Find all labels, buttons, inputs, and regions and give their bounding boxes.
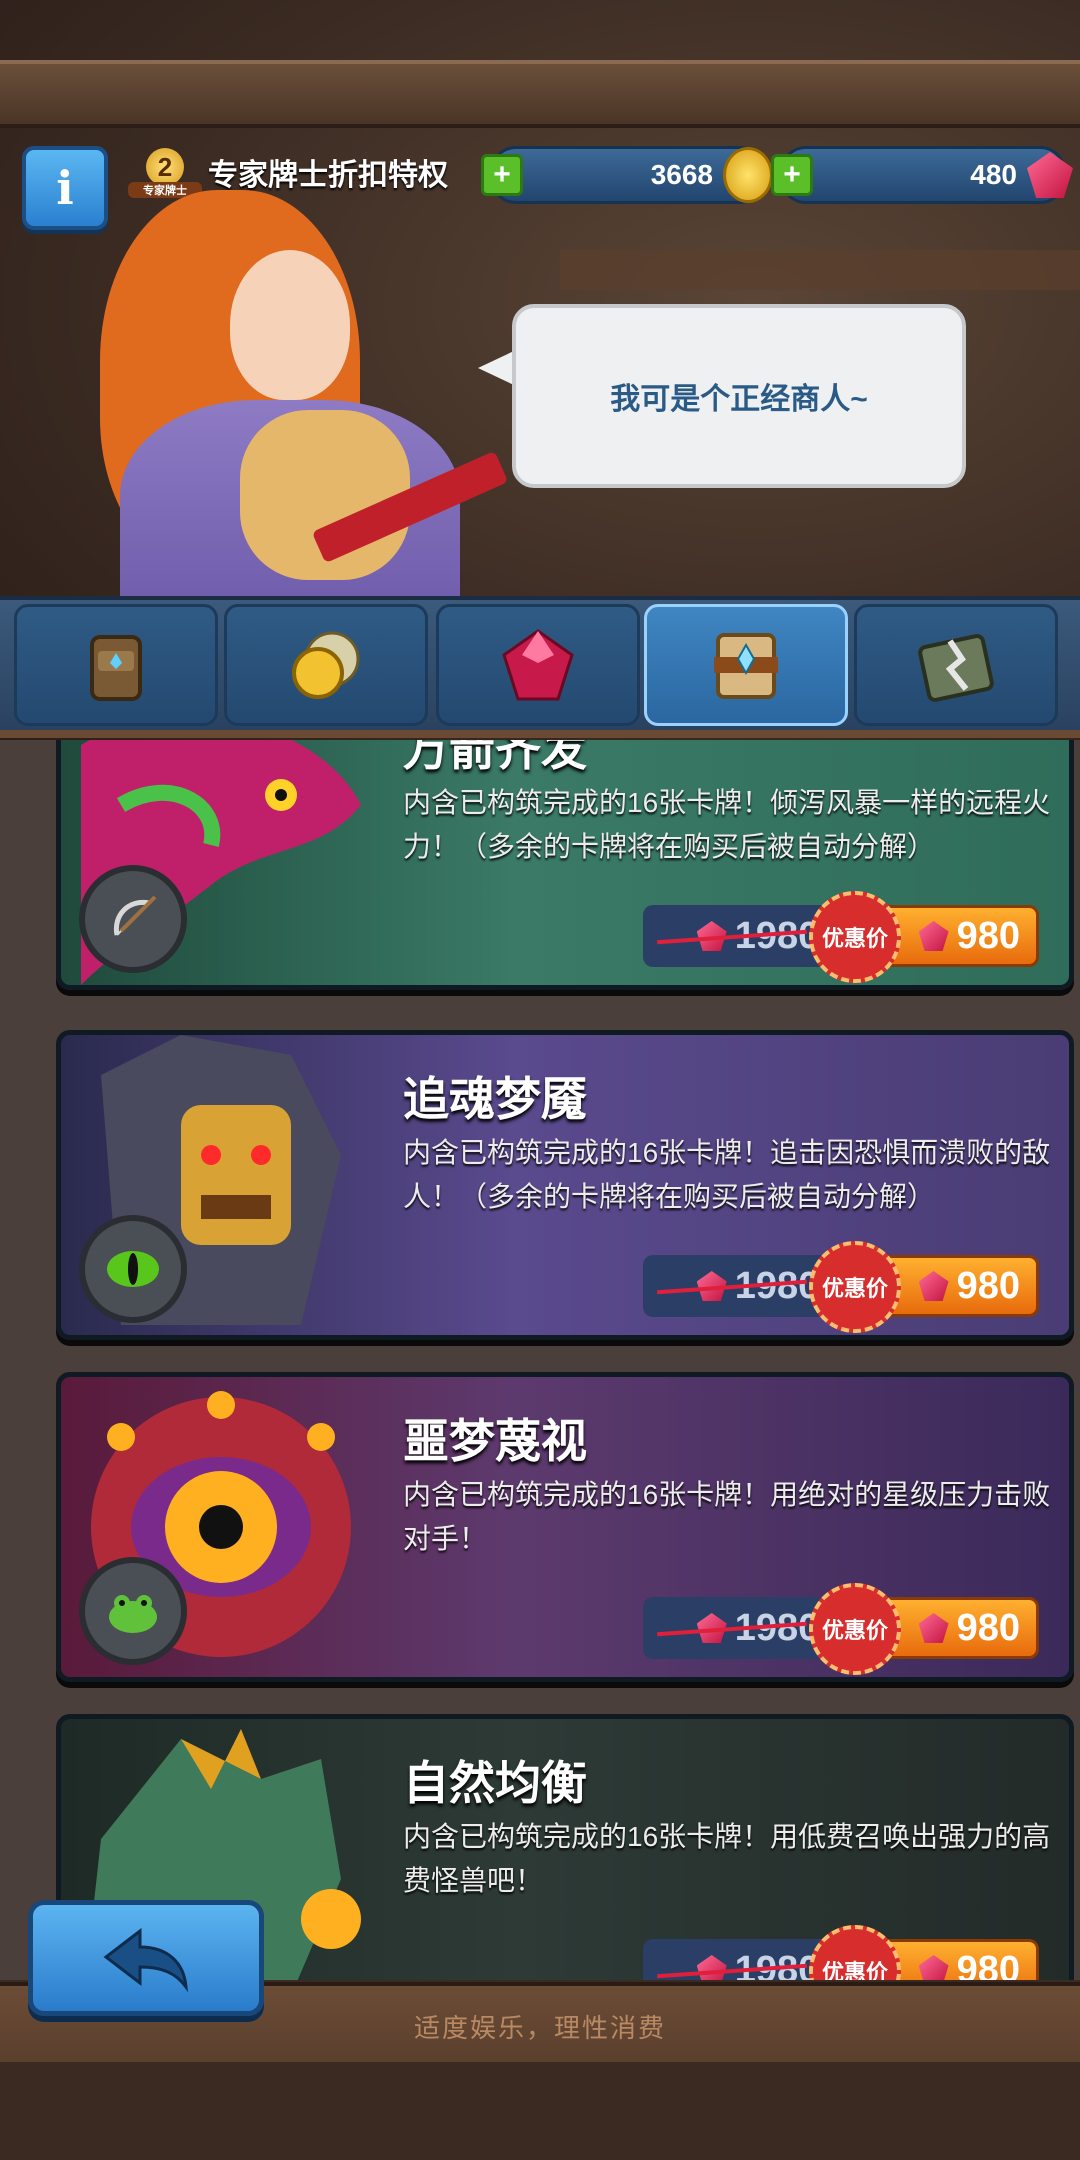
footer-notice-text: 适度娱乐，理性消费 <box>413 2012 666 2043</box>
merchant-speech-text: 我可是个正经商人~ <box>610 383 868 416</box>
sale-stamp: 优惠价 <box>809 1583 901 1675</box>
merchant-face <box>230 250 350 400</box>
deck-title: 追魂梦魇 <box>403 1073 587 1125</box>
deck-card[interactable]: 万箭齐发 内含已构筑完成的16张卡牌！倾泻风暴一样的远程火力！（多余的卡牌将在购… <box>56 740 1074 990</box>
backpack-icon <box>90 635 142 701</box>
gem-amount: 480 <box>970 159 1017 190</box>
gem-counter: + 480 <box>771 146 1073 204</box>
bow-icon <box>113 895 157 936</box>
card-pack-icon <box>714 633 778 699</box>
tab-gems[interactable] <box>436 604 640 726</box>
gem-icon <box>918 1271 949 1301</box>
gem-icon <box>918 1955 949 1980</box>
sale-stamp: 优惠价 <box>809 1925 901 1980</box>
sale-stamp: 优惠价 <box>809 891 901 983</box>
deck-description: 内含已构筑完成的16张卡牌！用低费召唤出强力的高费怪兽吧！ <box>403 1821 1051 1896</box>
gold-amount: 3668 <box>650 159 713 190</box>
tab-backpack[interactable] <box>14 604 218 726</box>
back-button[interactable] <box>28 1900 264 2016</box>
deck-price: 1980 优惠价 980 <box>643 1925 1039 1980</box>
merchant-speech-bubble: 我可是个正经商人~ <box>512 304 966 488</box>
background-shelf <box>560 250 1080 290</box>
deck-price: 1980 优惠价 980 <box>643 891 1039 983</box>
deck-emblem <box>79 1215 187 1323</box>
gem-icon <box>696 1955 727 1980</box>
tab-card-packs[interactable] <box>644 604 848 726</box>
add-gem-button[interactable]: + <box>771 154 813 196</box>
deck-list[interactable]: 万箭齐发 内含已构筑完成的16张卡牌！倾泻风暴一样的远程火力！（多余的卡牌将在购… <box>0 740 1080 1980</box>
eye-icon <box>107 1251 159 1287</box>
bottom-rail <box>0 2062 1080 2160</box>
shop-category-tabs <box>0 596 1080 738</box>
gem-icon <box>918 1613 949 1643</box>
deck-emblem <box>79 865 187 973</box>
gold-coin-icon <box>723 147 773 203</box>
speech-bubble-tail <box>478 350 516 386</box>
gem-icon <box>502 629 574 701</box>
deck-price: 1980 优惠价 980 <box>643 1583 1039 1675</box>
deck-title: 噩梦蔑视 <box>403 1415 587 1467</box>
deck-description: 内含已构筑完成的16张卡牌！追击因恐惧而溃败的敌人！（多余的卡牌将在购买后被自动… <box>403 1137 1051 1212</box>
sale-stamp: 优惠价 <box>809 1241 901 1333</box>
deck-title: 万箭齐发 <box>403 740 587 775</box>
deck-title: 自然均衡 <box>403 1757 587 1809</box>
deck-description: 内含已构筑完成的16张卡牌！倾泻风暴一样的远程火力！（多余的卡牌将在购买后被自动… <box>403 787 1051 862</box>
tab-coins[interactable] <box>224 604 428 726</box>
spell-book-icon <box>918 634 994 702</box>
deck-emblem <box>79 1557 187 1665</box>
coins-icon <box>292 631 360 699</box>
back-arrow-icon <box>103 1927 188 1993</box>
top-wood-rail <box>0 60 1080 128</box>
merchant-character <box>60 170 509 640</box>
gem-icon <box>918 921 949 951</box>
frog-icon <box>109 1595 157 1633</box>
gold-counter: + 3668 <box>481 146 773 204</box>
deck-description: 内含已构筑完成的16张卡牌！用绝对的星级压力击败对手！ <box>403 1479 1051 1554</box>
deck-price: 1980 优惠价 980 <box>643 1241 1039 1333</box>
tab-spell-book[interactable] <box>854 604 1058 726</box>
deck-card[interactable]: 噩梦蔑视 内含已构筑完成的16张卡牌！用绝对的星级压力击败对手！ 1980 优惠… <box>56 1372 1074 1682</box>
deck-card[interactable]: 追魂梦魇 内含已构筑完成的16张卡牌！追击因恐惧而溃败的敌人！（多余的卡牌将在购… <box>56 1030 1074 1340</box>
